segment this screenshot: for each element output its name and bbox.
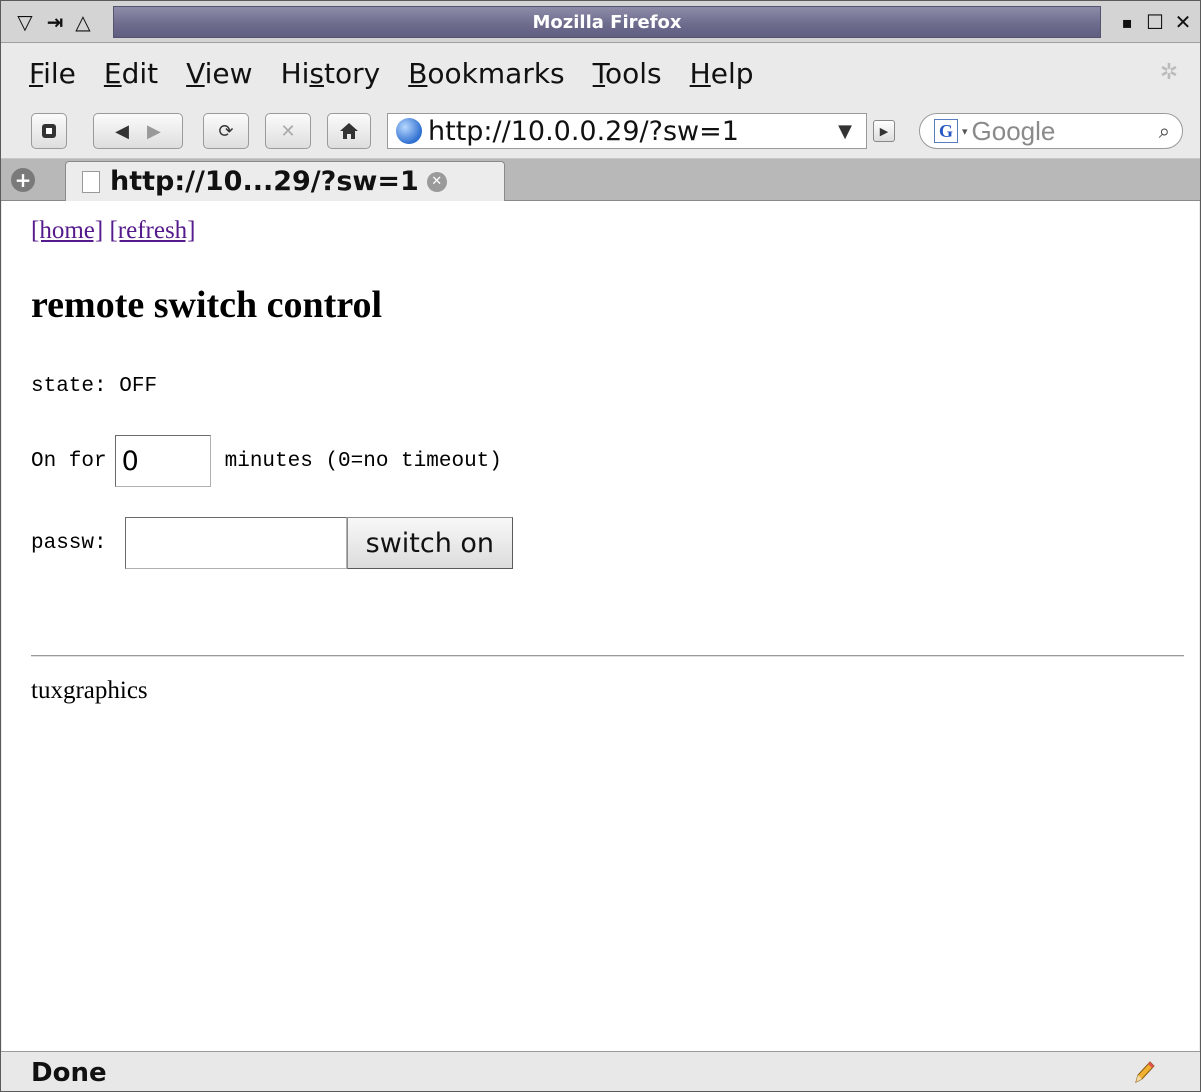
- search-bar[interactable]: G ▾ Google ⌕: [919, 113, 1183, 149]
- passw-label: passw:: [31, 531, 107, 555]
- shade-icon[interactable]: ⇥: [41, 8, 69, 36]
- menu-help[interactable]: Help: [690, 57, 754, 90]
- title-bar[interactable]: ▽ ⇥ △ Mozilla Firefox ▪ ☐ ✕: [1, 1, 1200, 43]
- keep-above-icon[interactable]: △: [69, 8, 97, 36]
- page-icon: [82, 170, 100, 193]
- passw-row: passw: switch on: [31, 517, 514, 569]
- onfor-row: On for 0 minutes (0=no timeout): [31, 435, 502, 487]
- menu-tools[interactable]: Tools: [593, 57, 662, 90]
- google-engine-icon[interactable]: G: [934, 119, 958, 143]
- refresh-link[interactable]: [refresh]: [109, 217, 195, 244]
- home-link[interactable]: [home]: [31, 217, 103, 244]
- url-bar[interactable]: http://10.0.0.29/?sw=1 ▼: [387, 113, 867, 149]
- menu-view[interactable]: View: [186, 57, 252, 90]
- url-text[interactable]: http://10.0.0.29/?sw=1: [428, 116, 838, 147]
- home-icon[interactable]: [327, 113, 371, 149]
- maximize-icon[interactable]: ☐: [1141, 8, 1169, 36]
- divider: [31, 655, 1184, 657]
- password-input[interactable]: [124, 517, 347, 569]
- engine-dropdown-icon[interactable]: ▾: [962, 125, 968, 138]
- tab-label: http://10...29/?sw=1: [110, 166, 419, 197]
- search-input[interactable]: Google: [972, 116, 1159, 147]
- page-content: [home] [refresh] remote switch control s…: [2, 201, 1199, 1051]
- go-icon[interactable]: ▶: [873, 120, 895, 142]
- back-forward-group: ◀ ▶: [93, 113, 183, 149]
- close-icon[interactable]: ✕: [1169, 8, 1197, 36]
- footer-text: tuxgraphics: [31, 677, 148, 704]
- state-line: state: OFF: [31, 375, 157, 398]
- back-icon[interactable]: ◀: [115, 121, 129, 142]
- nav-links: [home] [refresh]: [31, 217, 196, 245]
- status-bar: Done: [1, 1051, 1200, 1091]
- stop-icon[interactable]: ✕: [265, 113, 311, 149]
- page-title: remote switch control: [31, 284, 383, 326]
- site-globe-icon: [396, 118, 422, 144]
- state-label: state:: [31, 375, 107, 398]
- window-menu-icon[interactable]: ▽: [11, 8, 39, 36]
- minutes-label: minutes (0=no timeout): [224, 449, 502, 473]
- menu-history[interactable]: History: [281, 57, 381, 90]
- navigation-toolbar: ◀ ▶ ⟳ ✕ http://10.0.0.29/?sw=1 ▼ ▶ G ▾ G…: [1, 103, 1200, 159]
- tab-current[interactable]: http://10...29/?sw=1 ✕: [65, 161, 505, 201]
- menu-file[interactable]: File: [29, 57, 76, 90]
- state-value: OFF: [119, 375, 158, 398]
- menu-bar: File Edit View History Bookmarks Tools Help: [1, 43, 1200, 103]
- new-tab-icon[interactable]: +: [11, 168, 35, 192]
- menu-edit[interactable]: Edit: [104, 57, 158, 90]
- minimize-icon[interactable]: ▪: [1113, 8, 1141, 36]
- search-icon[interactable]: ⌕: [1159, 119, 1170, 143]
- onfor-label: On for: [31, 449, 107, 473]
- tab-bar: + http://10...29/?sw=1 ✕: [1, 159, 1200, 201]
- window-title: Mozilla Firefox: [113, 6, 1101, 38]
- reload-icon[interactable]: ⟳: [203, 113, 249, 149]
- browser-window: ▽ ⇥ △ Mozilla Firefox ▪ ☐ ✕ File Edit View…: [0, 0, 1201, 1092]
- minutes-input[interactable]: 0: [114, 435, 211, 487]
- throbber-icon: ✲: [1159, 59, 1179, 85]
- switch-on-button[interactable]: switch on: [346, 517, 514, 569]
- tab-close-icon[interactable]: ✕: [426, 171, 447, 192]
- url-dropdown-icon[interactable]: ▼: [838, 121, 852, 142]
- menu-bookmarks[interactable]: Bookmarks: [408, 57, 564, 90]
- forward-icon[interactable]: ▶: [147, 121, 161, 142]
- status-text: Done: [31, 1058, 107, 1088]
- pencil-icon[interactable]: [1132, 1058, 1156, 1086]
- bookmark-icon[interactable]: [31, 113, 67, 149]
